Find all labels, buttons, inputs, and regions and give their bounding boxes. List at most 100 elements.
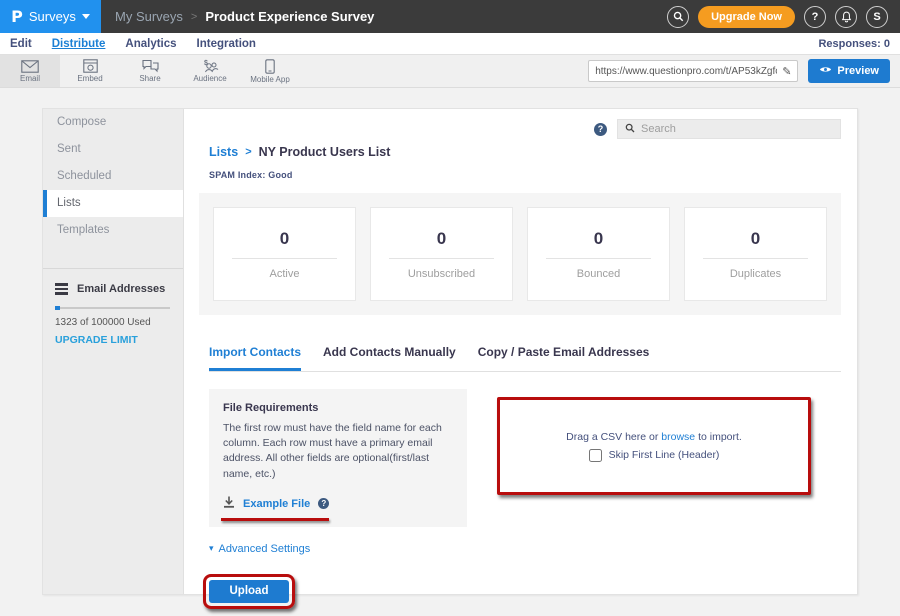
nav-tab-distribute[interactable]: Distribute <box>52 38 106 50</box>
example-file-help-icon[interactable]: ? <box>318 498 329 509</box>
breadcrumb-separator: > <box>191 11 197 23</box>
notifications-bell-icon[interactable] <box>835 6 857 28</box>
upgrade-limit-link[interactable]: UPGRADE LIMIT <box>55 334 171 346</box>
toolbar-item-label: Share <box>139 74 160 83</box>
download-icon <box>223 495 235 513</box>
tab-add-contacts-manually[interactable]: Add Contacts Manually <box>323 345 456 371</box>
email-sidebar: Compose Sent Scheduled Lists Templates E… <box>43 109 184 594</box>
toolbar-item-mobile-app[interactable]: Mobile App <box>240 55 300 87</box>
stat-card-active: 0 Active <box>213 207 356 301</box>
nav-tab-integration[interactable]: Integration <box>197 38 256 50</box>
example-file-row: Example File ? <box>223 495 453 513</box>
product-name: Surveys <box>29 9 76 24</box>
browse-link[interactable]: browse <box>661 431 695 443</box>
share-icon <box>142 59 159 73</box>
distribute-toolbar: Email Embed Share $ Audience Mobile App <box>0 55 900 88</box>
stat-label: Bounced <box>577 268 620 280</box>
nav-tab-edit[interactable]: Edit <box>10 38 32 50</box>
upload-button[interactable]: Upload <box>209 580 289 603</box>
tab-copy-paste-email-addresses[interactable]: Copy / Paste Email Addresses <box>478 345 650 371</box>
survey-nav: Edit Distribute Analytics Integration Re… <box>0 33 900 55</box>
topbar-actions: Upgrade Now ? S <box>667 6 900 28</box>
responses-count[interactable]: Responses: 0 <box>818 38 890 50</box>
questionpro-logo-icon: P <box>11 7 23 26</box>
stat-label: Unsubscribed <box>408 268 475 280</box>
tab-import-contacts[interactable]: Import Contacts <box>209 345 301 371</box>
stat-card-duplicates: 0 Duplicates <box>684 207 827 301</box>
dropzone-annotation: Drag a CSV here or browse to import. Ski… <box>497 397 811 495</box>
annotation-underline <box>221 518 329 521</box>
stat-value: 0 <box>594 229 603 249</box>
stats-band: 0 Active 0 Unsubscribed 0 Bounced 0 <box>199 193 841 315</box>
advanced-settings-label: Advanced Settings <box>219 543 311 555</box>
preview-button[interactable]: Preview <box>808 59 890 83</box>
preview-label: Preview <box>837 65 879 77</box>
sidebar-item-lists[interactable]: Lists <box>43 190 183 217</box>
file-requirements-title: File Requirements <box>223 402 453 414</box>
search-row: ? <box>184 109 857 139</box>
dropzone-text: Drag a CSV here or browse to import. <box>566 431 742 443</box>
help-icon[interactable]: ? <box>804 6 826 28</box>
breadcrumb-my-surveys[interactable]: My Surveys <box>115 9 183 24</box>
list-breadcrumb: Lists > NY Product Users List <box>184 139 857 159</box>
mobile-app-icon <box>265 59 275 74</box>
file-requirements-body: The first row must have the field name f… <box>223 421 453 482</box>
email-addresses-header: Email Addresses <box>55 283 171 295</box>
skip-first-line-label: Skip First Line (Header) <box>609 449 720 461</box>
app-window: P Surveys My Surveys > Product Experienc… <box>0 0 900 616</box>
breadcrumb-lists-link[interactable]: Lists <box>209 145 238 159</box>
toolbar-item-embed[interactable]: Embed <box>60 55 120 87</box>
survey-url-input[interactable] <box>595 66 777 77</box>
skip-first-line-row: Skip First Line (Header) <box>589 449 720 462</box>
spam-index-label: SPAM Index: <box>209 170 266 180</box>
breadcrumb: My Surveys > Product Experience Survey <box>115 9 374 24</box>
stat-label: Duplicates <box>730 268 781 280</box>
help-icon[interactable]: ? <box>594 123 607 136</box>
upload-annotation: Upload <box>203 574 295 609</box>
audience-icon: $ <box>201 59 219 73</box>
search-icon[interactable] <box>667 6 689 28</box>
list-lines-icon <box>55 283 68 295</box>
sidebar-item-templates[interactable]: Templates <box>43 217 183 244</box>
search-box <box>617 119 841 139</box>
chevron-down-icon <box>82 14 90 19</box>
dropzone-text-after: to import. <box>695 431 742 443</box>
spam-index: SPAM Index: Good <box>184 159 857 180</box>
toolbar-item-email[interactable]: Email <box>0 55 60 87</box>
toolbar-item-label: Audience <box>193 74 226 83</box>
sidebar-item-scheduled[interactable]: Scheduled <box>43 163 183 190</box>
file-requirements-box: File Requirements The first row must hav… <box>209 389 467 527</box>
example-file-link[interactable]: Example File <box>243 498 310 510</box>
search-input[interactable] <box>641 123 833 135</box>
toolbar-item-audience[interactable]: $ Audience <box>180 55 240 87</box>
top-bar: P Surveys My Surveys > Product Experienc… <box>0 0 900 33</box>
nav-tab-analytics[interactable]: Analytics <box>125 38 176 50</box>
spam-index-value: Good <box>268 170 292 180</box>
toolbar-item-label: Email <box>20 74 40 83</box>
list-content: ? Lists > NY Product Users List SPAM Ind… <box>184 109 857 594</box>
sidebar-item-sent[interactable]: Sent <box>43 136 183 163</box>
upgrade-now-button[interactable]: Upgrade Now <box>698 6 795 28</box>
usage-progress-bar <box>55 307 170 309</box>
dropzone-text-before: Drag a CSV here or <box>566 431 661 443</box>
survey-title: Product Experience Survey <box>205 9 374 24</box>
advanced-settings-toggle[interactable]: ▾ Advanced Settings <box>209 543 857 555</box>
skip-first-line-checkbox[interactable] <box>589 449 602 462</box>
embed-icon <box>83 59 98 73</box>
csv-dropzone[interactable]: Drag a CSV here or browse to import. Ski… <box>497 397 811 495</box>
user-avatar[interactable]: S <box>866 6 888 28</box>
sidebar-item-compose[interactable]: Compose <box>43 109 183 136</box>
caret-down-icon: ▾ <box>209 543 214 554</box>
usage-text: 1323 of 100000 Used <box>55 317 171 328</box>
breadcrumb-separator: > <box>245 146 251 158</box>
stat-value: 0 <box>437 229 446 249</box>
stat-value: 0 <box>751 229 760 249</box>
search-icon <box>625 120 635 138</box>
stat-label: Active <box>270 268 300 280</box>
edit-url-pencil-icon[interactable]: ✎ <box>782 65 791 78</box>
survey-url-box: ✎ <box>588 60 798 82</box>
toolbar-right: ✎ Preview <box>588 55 900 87</box>
eye-icon <box>819 65 832 77</box>
product-switcher[interactable]: P Surveys <box>0 0 101 33</box>
toolbar-item-share[interactable]: Share <box>120 55 180 87</box>
